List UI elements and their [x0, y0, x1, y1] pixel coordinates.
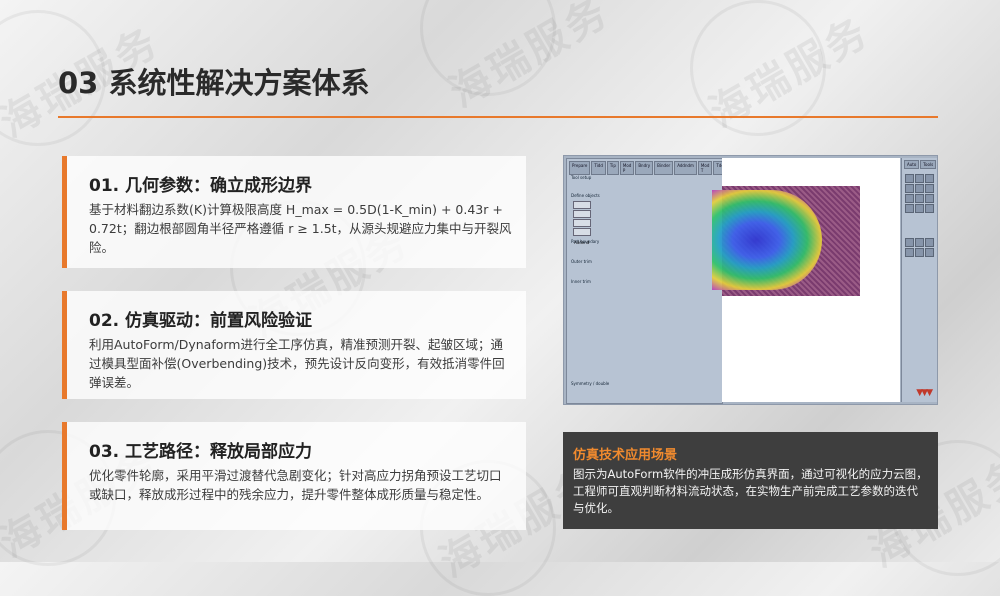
application-note: 仿真技术应用场景 图示为AutoForm软件的冲压成形仿真界面，通过可视化的应力… — [563, 432, 938, 529]
tool-icon-grid — [905, 174, 934, 213]
page-title: 03 系统性解决方案体系 — [58, 66, 370, 100]
card-body: 基于材料翻边系数(K)计算极限高度 H_max = 0.5D(1-K_min) … — [89, 202, 512, 255]
panel-row: Symmetry / double — [571, 381, 610, 386]
sidebar-tab: Tools — [920, 160, 937, 169]
tool-icon-grid — [905, 238, 934, 257]
card-process: 03. 工艺路径：释放局部应力 优化零件轮廓，采用平滑过渡替代急剧变化；针对高应… — [62, 422, 526, 530]
card-heading: 01. 几何参数：确立成形边界 — [89, 176, 313, 196]
software-logo-icon: ▼▼▼ — [916, 388, 933, 398]
panel-row: Inner trim — [571, 279, 591, 284]
simulation-viewport — [712, 158, 900, 402]
sidebar-tab: Auto — [904, 160, 920, 169]
panel-tab: Mod P — [619, 161, 635, 175]
card-heading: 03. 工艺路径：释放局部应力 — [89, 442, 313, 462]
note-title: 仿真技术应用场景 — [573, 448, 678, 463]
panel-row: Define objects — [571, 193, 600, 198]
panel-button: Binder — [573, 210, 591, 227]
tool-sidebar: Auto Tools ▼▼▼ — [901, 158, 937, 402]
autoform-screenshot: Prepare Tidd Tip Mod P Bndry Binder Addn… — [563, 155, 938, 405]
panel-tab: Mod T — [697, 161, 713, 175]
panel-tab: Binder — [654, 161, 674, 175]
panel-row: Outer trim — [571, 259, 592, 264]
card-body: 优化零件轮廓，采用平滑过渡替代急剧变化；针对高应力拐角预设工艺切口或缺口，释放成… — [89, 468, 502, 502]
stress-contour — [712, 190, 822, 290]
card-heading: 02. 仿真驱动：前置风险验证 — [89, 311, 313, 331]
panel-tab: Tidd — [591, 161, 606, 175]
note-body: 图示为AutoForm软件的冲压成形仿真界面，通过可视化的应力云图，工程师可直观… — [573, 467, 928, 515]
card-body: 利用AutoForm/Dynaform进行全工序仿真，精准预测开裂、起皱区域；通… — [89, 337, 505, 390]
panel-button: Flange — [573, 219, 591, 236]
panel-row: Tool setup — [571, 175, 592, 180]
panel-button: Part — [573, 201, 591, 218]
panel-button: Addend — [573, 228, 591, 245]
panel-row: Part boundary — [571, 239, 600, 244]
control-panel: Prepare Tidd Tip Mod P Bndry Binder Addn… — [566, 158, 729, 404]
title-divider — [58, 116, 938, 118]
panel-tab: Bndry — [635, 161, 654, 175]
card-geometry: 01. 几何参数：确立成形边界 基于材料翻边系数(K)计算极限高度 H_max … — [62, 156, 526, 268]
panel-tab: Tip — [606, 161, 619, 175]
panel-tab: Prepare — [569, 161, 591, 175]
panel-tab: Addndm — [674, 161, 697, 175]
card-simulation: 02. 仿真驱动：前置风险验证 利用AutoForm/Dynaform进行全工序… — [62, 291, 526, 399]
